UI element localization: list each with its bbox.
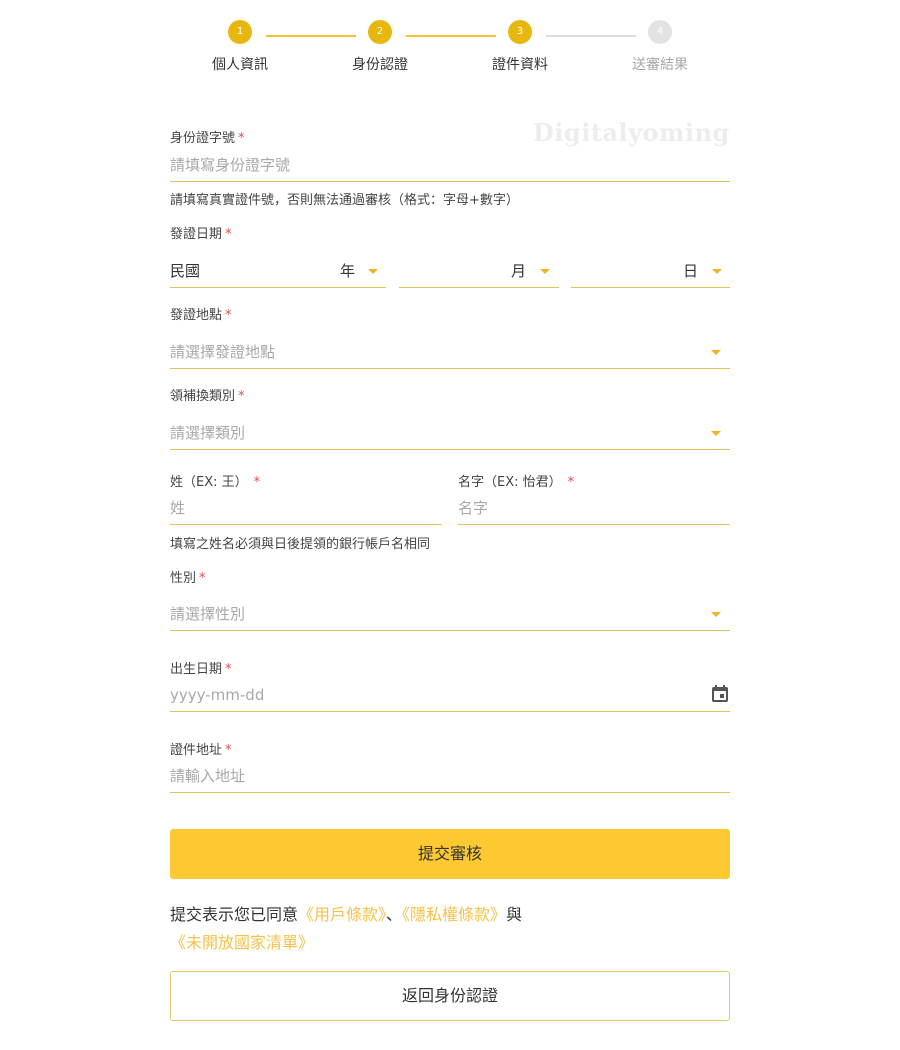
era-text: 民國 — [170, 262, 201, 280]
watermark: Digitalyoming — [533, 118, 730, 147]
step-identity-verification: 2 身份認證 — [310, 20, 450, 74]
issue-place-select[interactable]: 請選擇發證地點 — [170, 336, 730, 369]
required-mark: * — [225, 308, 232, 323]
required-mark: * — [238, 131, 245, 146]
required-mark: * — [199, 571, 206, 586]
year-text: 年 — [340, 262, 356, 280]
step-label: 個人資訊 — [212, 57, 268, 73]
step-label: 身份認證 — [352, 57, 408, 73]
step-personal-info: 1 個人資訊 — [170, 20, 310, 74]
birth-date-label: 出生日期 * — [170, 662, 232, 677]
issue-day-select[interactable]: 日 — [571, 255, 730, 288]
id-number-input[interactable]: 請填寫身份證字號 — [170, 149, 730, 182]
required-mark: * — [225, 662, 232, 677]
issue-month-select[interactable]: 月 — [399, 255, 559, 288]
required-mark: * — [225, 743, 232, 758]
chevron-down-icon — [712, 269, 722, 274]
calendar-icon[interactable] — [710, 684, 730, 704]
chevron-down-icon — [711, 350, 721, 355]
issue-type-select[interactable]: 請選擇類別 — [170, 417, 730, 450]
surname-label: 姓（EX: 王） * — [170, 475, 261, 490]
month-text: 月 — [511, 262, 527, 280]
issue-date-label: 發證日期 * — [170, 227, 232, 242]
progress-stepper: 1 個人資訊 2 身份認證 3 證件資料 4 送審結果 — [170, 20, 730, 80]
gender-label: 性別 * — [170, 571, 206, 586]
issue-year-select[interactable]: 民國 年 — [170, 255, 386, 288]
step-label: 證件資料 — [492, 57, 548, 73]
chevron-down-icon — [711, 612, 721, 617]
step-document-info: 3 證件資料 — [450, 20, 590, 74]
given-name-label: 名字（EX: 怡君） * — [458, 475, 575, 490]
step-number: 3 — [508, 20, 532, 44]
surname-input[interactable]: 姓 — [170, 492, 442, 525]
gender-select[interactable]: 請選擇性別 — [170, 598, 730, 631]
chevron-down-icon — [368, 269, 378, 274]
submit-review-button[interactable]: 提交審核 — [170, 829, 730, 879]
chevron-down-icon — [540, 269, 550, 274]
chevron-down-icon — [711, 431, 721, 436]
required-mark: * — [238, 389, 245, 404]
step-number: 2 — [368, 20, 392, 44]
privacy-policy-link[interactable]: 《隱私權條款》 — [402, 905, 506, 924]
user-terms-link[interactable]: 《用戶條款》 — [298, 905, 386, 924]
required-mark: * — [253, 475, 261, 490]
address-input[interactable]: 請輸入地址 — [170, 760, 730, 793]
step-number: 1 — [228, 20, 252, 44]
given-name-input[interactable]: 名字 — [458, 492, 730, 525]
name-hint: 填寫之姓名必須與日後提領的銀行帳戶名相同 — [170, 537, 431, 552]
day-text: 日 — [683, 262, 699, 280]
required-mark: * — [225, 227, 232, 242]
back-to-identity-button[interactable]: 返回身份認證 — [170, 971, 730, 1021]
issue-place-label: 發證地點 * — [170, 308, 232, 323]
address-label: 證件地址 * — [170, 743, 232, 758]
agreement-text: 提交表示您已同意《用戶條款》、《隱私權條款》與 《未開放國家清單》 — [170, 905, 523, 952]
step-review-result: 4 送審結果 — [590, 20, 730, 74]
issue-type-label: 領補換類別 * — [170, 389, 245, 404]
step-label: 送審結果 — [632, 57, 688, 73]
step-number: 4 — [648, 20, 672, 44]
id-number-hint: 請填寫真實證件號，否則無法通過審核（格式：字母+數字） — [170, 193, 519, 208]
restricted-countries-link[interactable]: 《未開放國家清單》 — [170, 933, 314, 952]
required-mark: * — [567, 475, 575, 490]
id-number-label: 身份證字號 * — [170, 131, 245, 146]
birth-date-input[interactable]: yyyy-mm-dd — [170, 679, 730, 712]
